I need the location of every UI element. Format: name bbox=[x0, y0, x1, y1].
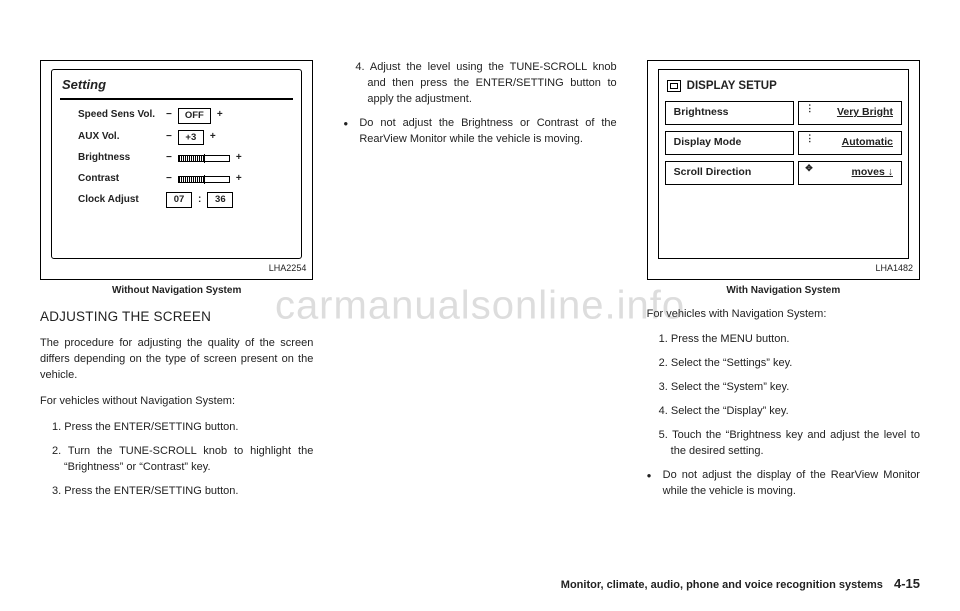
setting-row-contrast: Contrast − + bbox=[78, 172, 293, 187]
vdots-icon: ⋮ bbox=[805, 136, 814, 141]
setting-row-clock: Clock Adjust 07 : 36 bbox=[78, 192, 293, 208]
value-box: OFF bbox=[178, 108, 211, 124]
step-item: 1. Press the MENU button. bbox=[659, 332, 920, 348]
row-label: Speed Sens Vol. bbox=[78, 108, 160, 123]
display-panel-title: DISPLAY SETUP bbox=[687, 78, 777, 95]
slider-bar bbox=[178, 176, 230, 183]
vdots-icon: ⋮ bbox=[805, 106, 814, 111]
footer-page-number: 4-15 bbox=[894, 576, 920, 591]
slider-bar bbox=[178, 155, 230, 162]
minus-sign: − bbox=[166, 151, 172, 166]
row-label: AUX Vol. bbox=[78, 130, 160, 145]
footer-section: Monitor, climate, audio, phone and voice… bbox=[561, 579, 883, 591]
column-middle: 4. Adjust the level using the TUNE-SCROL… bbox=[343, 60, 616, 508]
figure-id-label: LHA1482 bbox=[875, 262, 913, 275]
display-panel-title-row: DISPLAY SETUP bbox=[665, 76, 902, 101]
bullet-item: Do not adjust the display of the RearVie… bbox=[659, 468, 920, 500]
setting-row-brightness: Brightness − + bbox=[78, 151, 293, 166]
setting-row-speed: Speed Sens Vol. − OFF + bbox=[78, 108, 293, 124]
cell-text: Automatic bbox=[842, 135, 893, 150]
bullet-list: Do not adjust the display of the RearVie… bbox=[647, 468, 920, 500]
bullet-item: Do not adjust the Brightness or Contrast… bbox=[355, 116, 616, 148]
display-cell-label: Display Mode bbox=[665, 131, 795, 155]
display-cell-value: ⋮ Automatic bbox=[798, 131, 902, 155]
step-item: 4. Select the “Display” key. bbox=[659, 404, 920, 420]
step-item: 1. Press the ENTER/SETTING button. bbox=[52, 420, 313, 436]
display-icon bbox=[667, 80, 681, 92]
paragraph: For vehicles without Navigation System: bbox=[40, 394, 313, 410]
paragraph: The procedure for adjusting the quality … bbox=[40, 336, 313, 384]
step-item: 3. Select the “System” key. bbox=[659, 380, 920, 396]
step-item: 2. Turn the TUNE-SCROLL knob to highligh… bbox=[52, 444, 313, 476]
clock-min: 36 bbox=[207, 192, 233, 208]
setting-panel: Setting Speed Sens Vol. − OFF + AUX Vol.… bbox=[51, 69, 302, 259]
step-item: 2. Select the “Settings” key. bbox=[659, 356, 920, 372]
step-list: 4. Adjust the level using the TUNE-SCROL… bbox=[343, 60, 616, 108]
minus-sign: − bbox=[166, 130, 172, 145]
step-item: 3. Press the ENTER/SETTING button. bbox=[52, 484, 313, 500]
plus-sign: + bbox=[217, 108, 223, 123]
step-list: 1. Press the MENU button. 2. Select the … bbox=[647, 332, 920, 460]
clock-sep: : bbox=[198, 193, 201, 208]
page-content: Setting Speed Sens Vol. − OFF + AUX Vol.… bbox=[0, 0, 960, 538]
display-row-mode: Display Mode ⋮ Automatic bbox=[665, 131, 902, 155]
display-panel: DISPLAY SETUP Brightness ⋮ Very Bright Di… bbox=[658, 69, 909, 259]
setting-row-aux: AUX Vol. − +3 + bbox=[78, 130, 293, 146]
minus-sign: − bbox=[166, 108, 172, 123]
section-heading: ADJUSTING THE SCREEN bbox=[40, 307, 313, 327]
figure-display-setup: DISPLAY SETUP Brightness ⋮ Very Bright Di… bbox=[647, 60, 920, 280]
setting-panel-title: Setting bbox=[60, 74, 293, 100]
display-cell-value: ⋮ Very Bright bbox=[798, 101, 902, 125]
step-list: 1. Press the ENTER/SETTING button. 2. Tu… bbox=[40, 420, 313, 500]
display-cell-label: Brightness bbox=[665, 101, 795, 125]
column-left: Setting Speed Sens Vol. − OFF + AUX Vol.… bbox=[40, 60, 313, 508]
column-right: DISPLAY SETUP Brightness ⋮ Very Bright Di… bbox=[647, 60, 920, 508]
plus-sign: + bbox=[236, 151, 242, 166]
display-cell-value: ✥ moves ↓ bbox=[798, 161, 902, 185]
display-row-scroll: Scroll Direction ✥ moves ↓ bbox=[665, 161, 902, 185]
minus-sign: − bbox=[166, 172, 172, 187]
page-footer: Monitor, climate, audio, phone and voice… bbox=[561, 576, 920, 591]
plus-sign: + bbox=[210, 130, 216, 145]
figure-caption: Without Navigation System bbox=[40, 284, 313, 299]
figure-caption: With Navigation System bbox=[647, 284, 920, 299]
row-label: Clock Adjust bbox=[78, 193, 160, 208]
figure-id-label: LHA2254 bbox=[269, 262, 307, 275]
step-item: 5. Touch the “Brightness key and adjust … bbox=[659, 428, 920, 460]
cell-text: Very Bright bbox=[837, 105, 893, 120]
plus-sign: + bbox=[236, 172, 242, 187]
row-label: Contrast bbox=[78, 172, 160, 187]
cell-text: moves ↓ bbox=[852, 165, 893, 180]
display-cell-label: Scroll Direction bbox=[665, 161, 795, 185]
joystick-icon: ✥ bbox=[805, 166, 813, 171]
row-label: Brightness bbox=[78, 151, 160, 166]
step-item: 4. Adjust the level using the TUNE-SCROL… bbox=[355, 60, 616, 108]
paragraph: For vehicles with Navigation System: bbox=[647, 307, 920, 323]
figure-setting-screen: Setting Speed Sens Vol. − OFF + AUX Vol.… bbox=[40, 60, 313, 280]
bullet-list: Do not adjust the Brightness or Contrast… bbox=[343, 116, 616, 148]
value-box: +3 bbox=[178, 130, 204, 146]
clock-hour: 07 bbox=[166, 192, 192, 208]
display-row-brightness: Brightness ⋮ Very Bright bbox=[665, 101, 902, 125]
